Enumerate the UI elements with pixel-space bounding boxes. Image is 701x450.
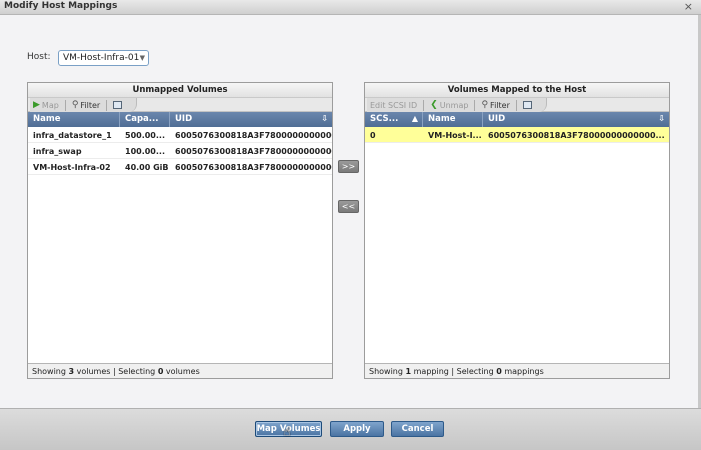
- unmapped-toolbar: ▶ Map ⚲ Filter: [28, 98, 332, 112]
- table-row[interactable]: infra_swap 100.00... 6005076300818A3F780…: [28, 143, 332, 159]
- search-icon: ⚲: [71, 100, 79, 110]
- toolbar-divider: [64, 99, 66, 111]
- column-name[interactable]: Name: [28, 112, 120, 127]
- edit-scsi-id-button[interactable]: Edit SCSI ID: [370, 101, 417, 110]
- toolbar-divider: [515, 99, 517, 111]
- table-row[interactable]: VM-Host-Infra-02 40.00 GiB 6005076300818…: [28, 159, 332, 175]
- map-button[interactable]: ▶ Map: [33, 100, 59, 110]
- unmap-button[interactable]: ❮ Unmap: [430, 100, 468, 110]
- unmapped-toolbar-strip: ▶ Map ⚲ Filter: [30, 98, 138, 112]
- mapped-table-header: SCS... ▲ Name UID ⇩: [365, 112, 669, 127]
- unmap-left-button[interactable]: <<: [338, 200, 359, 213]
- column-uid[interactable]: UID ⇩: [483, 112, 669, 127]
- window-title: Modify Host Mappings: [4, 1, 118, 11]
- mapped-volumes-panel: Volumes Mapped to the Host Edit SCSI ID …: [364, 82, 670, 379]
- export-icon[interactable]: [522, 101, 532, 109]
- toolbar-divider: [423, 99, 425, 111]
- title-bar: Modify Host Mappings ×: [0, 0, 701, 15]
- mapped-toolbar-strip: Edit SCSI ID ❮ Unmap ⚲ Filter: [367, 98, 547, 112]
- toolbar-divider: [474, 99, 476, 111]
- column-name[interactable]: Name: [423, 112, 483, 127]
- play-icon: ▶: [33, 100, 40, 110]
- map-right-button[interactable]: >>: [338, 160, 359, 173]
- host-label: Host:: [27, 52, 51, 62]
- column-chooser-icon[interactable]: ⇩: [658, 114, 665, 123]
- search-icon: ⚲: [481, 100, 489, 110]
- column-uid[interactable]: UID ⇩: [170, 112, 332, 127]
- unmapped-panel-title: Unmapped Volumes: [28, 83, 332, 98]
- column-capacity[interactable]: Capa...: [120, 112, 170, 127]
- unmapped-volumes-panel: Unmapped Volumes ▶ Map ⚲ Filter Name Cap…: [27, 82, 333, 379]
- unmapped-status-bar: Showing 3 volumes | Selecting 0 volumes: [28, 363, 332, 378]
- cancel-button[interactable]: Cancel: [391, 421, 444, 437]
- dialog-footer: Map Volumes Apply Cancel: [0, 408, 701, 450]
- column-chooser-icon[interactable]: ⇩: [321, 114, 328, 123]
- mapped-panel-title: Volumes Mapped to the Host: [365, 83, 669, 98]
- sort-ascending-icon: ▲: [411, 114, 418, 123]
- mapped-toolbar: Edit SCSI ID ❮ Unmap ⚲ Filter: [365, 98, 669, 112]
- host-select-value: VM-Host-Infra-01: [63, 53, 140, 63]
- column-scsi-id[interactable]: SCS... ▲: [365, 112, 423, 127]
- close-icon[interactable]: ×: [684, 0, 693, 13]
- filter-button[interactable]: ⚲ Filter: [72, 100, 100, 110]
- back-arrow-icon: ❮: [430, 100, 438, 110]
- hand-cursor-icon: ☝: [283, 425, 291, 440]
- chevron-down-icon: ▼: [139, 54, 145, 62]
- table-row[interactable]: infra_datastore_1 500.00... 600507630081…: [28, 127, 332, 143]
- apply-button[interactable]: Apply: [330, 421, 384, 437]
- toolbar-divider: [106, 99, 108, 111]
- host-select[interactable]: VM-Host-Infra-01 ▼: [58, 50, 149, 66]
- table-row[interactable]: 0 VM-Host-I... 6005076300818A3F780000000…: [365, 127, 669, 143]
- unmapped-table-header: Name Capa... UID ⇩: [28, 112, 332, 127]
- filter-button[interactable]: ⚲ Filter: [481, 100, 509, 110]
- mapped-status-bar: Showing 1 mapping | Selecting 0 mappings: [365, 363, 669, 378]
- export-icon[interactable]: [113, 101, 123, 109]
